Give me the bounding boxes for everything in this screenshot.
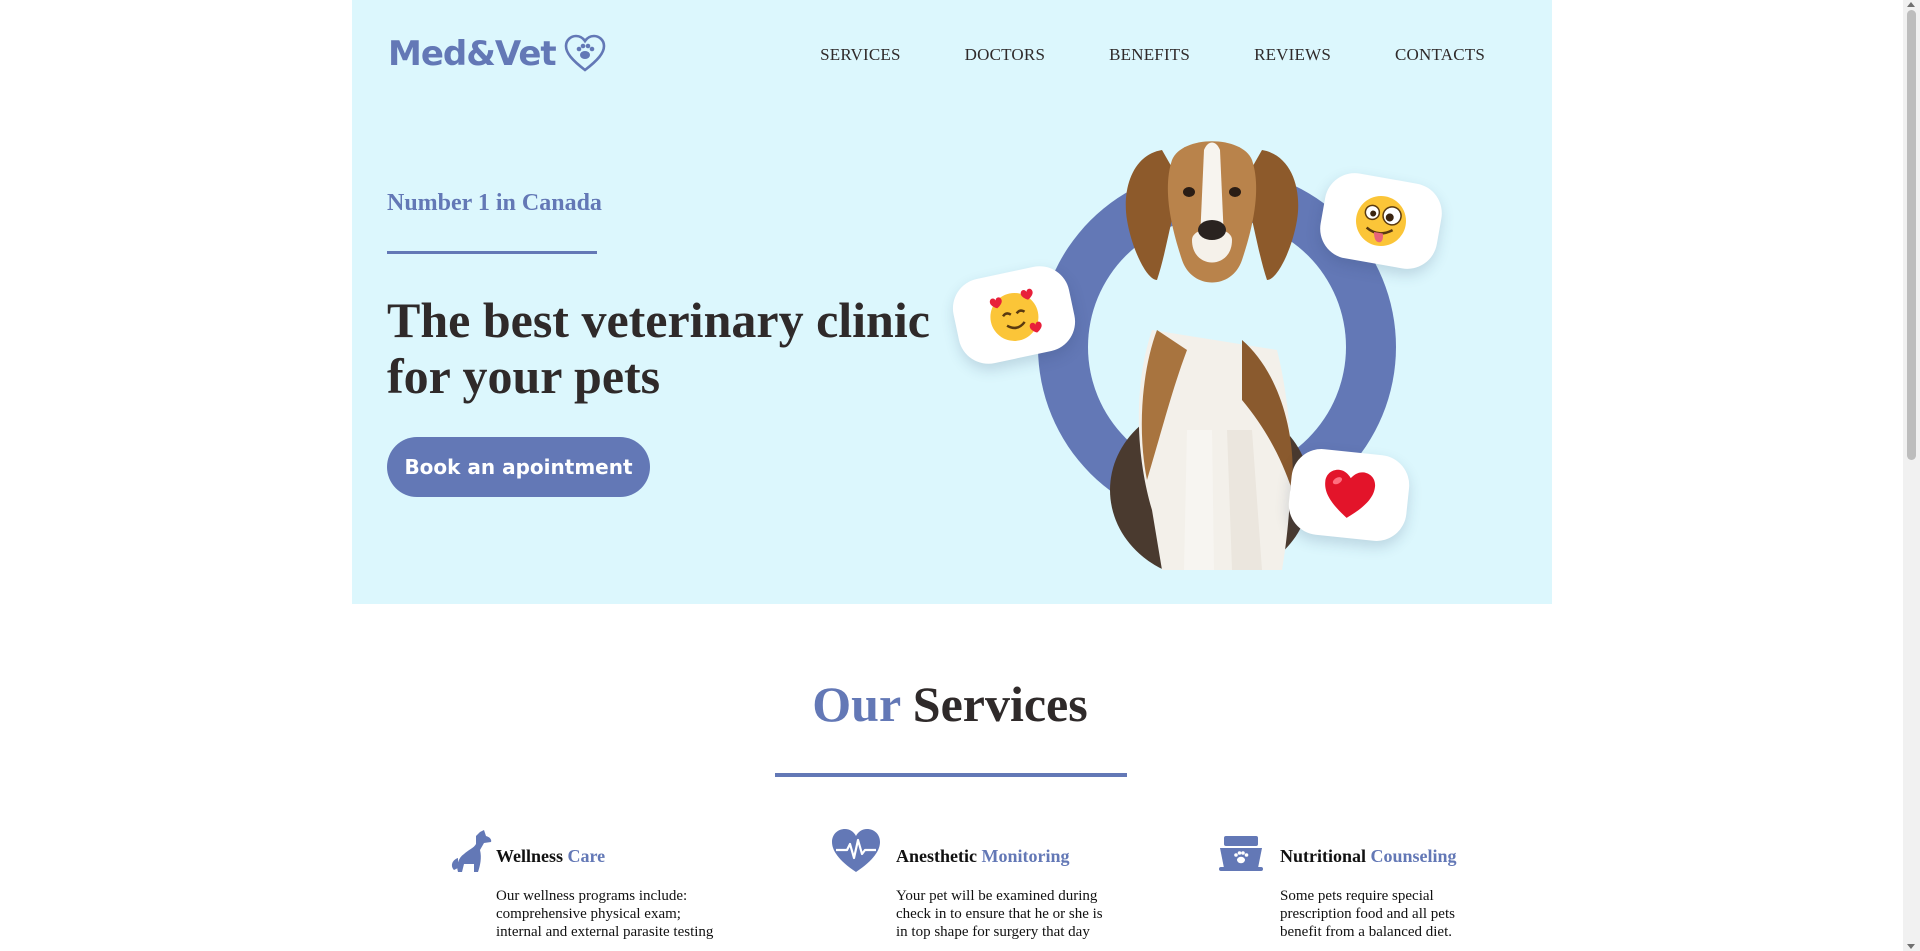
pet-food-bowl-icon xyxy=(1219,836,1263,871)
nav-item-services[interactable]: SERVICES xyxy=(820,45,901,65)
main-nav: SERVICES DOCTORS BENEFITS REVIEWS CONTAC… xyxy=(820,45,1485,65)
nav-item-doctors[interactable]: DOCTORS xyxy=(965,45,1045,65)
service-description: Your pet will be examined during check i… xyxy=(896,888,1103,940)
logo[interactable]: Med&Vet xyxy=(388,34,606,74)
scroll-up-arrow-icon[interactable] xyxy=(1907,2,1915,7)
vertical-scrollbar[interactable] xyxy=(1903,0,1920,951)
scroll-down-arrow-icon[interactable] xyxy=(1907,944,1915,949)
smiling-face-with-hearts-icon xyxy=(989,288,1042,341)
dog-sitting-icon xyxy=(451,830,492,872)
services-heading: Our Services xyxy=(0,675,1900,733)
services-divider xyxy=(775,773,1127,777)
service-title: Wellness Care xyxy=(496,846,606,866)
eyebrow-divider xyxy=(387,251,597,254)
hero-eyebrow: Number 1 in Canada xyxy=(387,190,602,216)
zany-face-icon xyxy=(1356,196,1406,246)
service-title: Anesthetic Monitoring xyxy=(896,846,1070,866)
heart-paw-icon xyxy=(564,34,605,72)
service-description: Our wellness programs include: comprehen… xyxy=(496,888,714,940)
scrollbar-thumb[interactable] xyxy=(1907,10,1916,460)
services-heading-accent: Our xyxy=(812,676,901,732)
logo-text: Med&Vet xyxy=(388,34,557,74)
services-heading-rest: Services xyxy=(912,676,1088,732)
nav-item-contacts[interactable]: CONTACTS xyxy=(1395,45,1485,65)
red-heart-icon xyxy=(1325,469,1376,518)
book-appointment-button[interactable]: Book an apointment xyxy=(387,437,650,497)
hero-title: The best veterinary clinic for your pets xyxy=(387,292,930,404)
service-description: Some pets require special prescription f… xyxy=(1280,888,1455,940)
nav-item-benefits[interactable]: BENEFITS xyxy=(1109,45,1190,65)
emoji-bubble-heart xyxy=(1285,446,1413,544)
nav-item-reviews[interactable]: REVIEWS xyxy=(1254,45,1331,65)
hero-section: Med&Vet SERVICES DOCTORS BENEFITS REVIEW… xyxy=(352,0,1552,604)
heart-pulse-icon xyxy=(832,829,880,872)
service-title: Nutritional Counseling xyxy=(1280,846,1457,866)
